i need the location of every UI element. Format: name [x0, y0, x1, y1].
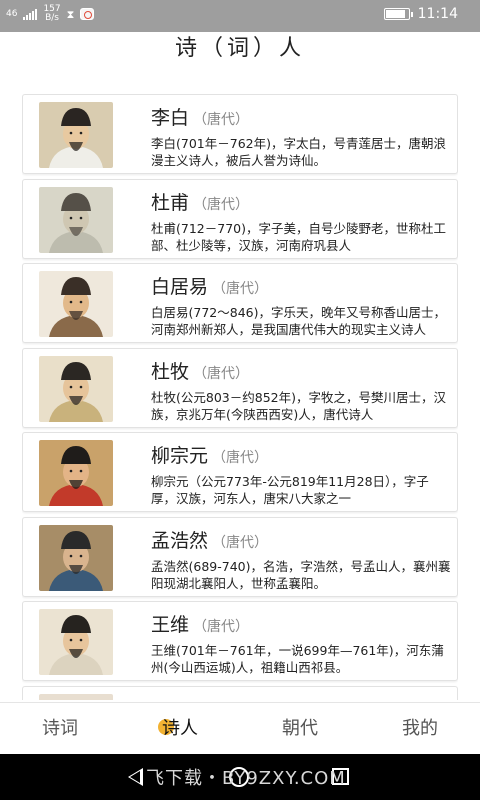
network-speed: 157 B/s	[43, 5, 60, 23]
system-nav-bar: 飞下载・BY9ZXY.COM	[0, 754, 480, 800]
poet-dynasty: （唐代）	[193, 112, 250, 128]
status-bar: 46 157 B/s ⧗ 11:14	[0, 0, 480, 32]
poet-name-line: 孟浩然 （唐代）	[151, 526, 268, 553]
poet-name-line: 柳宗元 （唐代）	[151, 441, 268, 468]
status-left: 46 157 B/s ⧗	[6, 5, 95, 23]
meng-haoran-portrait	[39, 524, 113, 591]
tab-label: 朝代	[282, 718, 318, 739]
back-icon[interactable]	[128, 768, 143, 786]
poet-card[interactable]: 孟浩然 （唐代） 孟浩然(689-740)，名浩，字浩然，号孟山人，襄州襄阳现湖北襄…	[22, 516, 458, 597]
poet-name: 孟浩然	[151, 529, 209, 552]
poet-description: 孟浩然(689-740)，名浩，字浩然，号孟山人，襄州襄阳现湖北襄阳人，世称孟襄…	[151, 558, 451, 591]
du-fu-portrait	[39, 186, 113, 253]
poet-name-line: 白居易 （唐代）	[151, 272, 268, 299]
poet-description: 杜牧(公元803－约852年)，字牧之，号樊川居士，汉族，京兆万年(今陕西西安)…	[151, 389, 446, 422]
poet-dynasty: （唐代）	[193, 365, 250, 382]
poet-card[interactable]: 李商隐（唐代）	[22, 685, 458, 701]
speed-unit: B/s	[45, 13, 59, 23]
poet-dynasty: （唐代）	[212, 534, 269, 551]
poet-name-line: 王维 （唐代）	[151, 610, 249, 637]
poet-dynasty: （唐代）	[212, 450, 269, 466]
tab-mine[interactable]: 我的	[360, 703, 480, 754]
poet-card[interactable]: 柳宗元 （唐代） 柳宗元（公元773年-公元819年11月28日），字子厚，汉族，河…	[22, 432, 458, 512]
header: 诗（词）人	[0, 32, 480, 80]
poet-description: 柳宗元（公元773年-公元819年11月28日），字子厚，汉族，河东人，唐宋八大…	[151, 474, 429, 506]
tab-label: 诗词	[42, 718, 78, 739]
poet-name-line: 杜甫 （唐代）	[151, 188, 249, 215]
signal-icon	[23, 8, 38, 20]
hourglass-icon: ⧗	[66, 7, 75, 21]
poet-name: 柳宗元	[151, 445, 209, 467]
poet-description: 杜甫(712－770)，字子美，自号少陵野老，世称杜工部、杜少陵等，汉族，河南府…	[151, 220, 446, 253]
tab-dynasties[interactable]: 朝代	[240, 703, 360, 754]
app-notification-icon	[80, 8, 95, 20]
poet-card[interactable]: 李白 （唐代） 李白(701年－762年)，字太白，号青莲居士，唐朝浪漫主义诗人，被…	[22, 94, 458, 174]
tab-label: 我的	[402, 718, 438, 739]
bai-juyi-portrait	[39, 271, 113, 337]
poet-name-line: 李白 （唐代）	[151, 103, 249, 130]
poet-name: 王维	[151, 614, 190, 636]
poet-card[interactable]: 杜甫 （唐代） 杜甫(712－770)，字子美，自号少陵野老，世称杜工部、杜少陵等，…	[22, 178, 458, 259]
poet-description: 李白(701年－762年)，字太白，号青莲居士，唐朝浪漫主义诗人，被后人誉为诗仙…	[151, 136, 446, 168]
wang-wei-portrait	[39, 609, 113, 675]
poet-description: 白居易(772～846)，字乐天，晚年又号称香山居士，河南郑州新郑人，是我国唐代…	[151, 305, 446, 337]
poet-dynasty: （唐代）	[193, 196, 250, 213]
poet-list[interactable]: 李白 （唐代） 李白(701年－762年)，字太白，号青莲居士，唐朝浪漫主义诗人，被…	[22, 94, 458, 700]
tab-label: 诗人	[162, 718, 198, 739]
network-indicator: 46	[6, 8, 18, 19]
battery-icon	[383, 8, 413, 20]
clock: 11:14	[417, 6, 458, 22]
poet-name: 李白	[151, 107, 190, 129]
li-shangyin-portrait	[39, 693, 113, 700]
bottom-tab-bar: 诗词 诗人 朝代 我的	[0, 702, 480, 754]
tab-poems[interactable]: 诗词	[0, 703, 120, 754]
li-bai-portrait	[39, 102, 113, 168]
poet-card[interactable]: 杜牧 （唐代） 杜牧(公元803－约852年)，字牧之，号樊川居士，汉族，京兆万年(…	[22, 347, 458, 428]
poet-name: 李商隐	[151, 699, 208, 701]
poet-dynasty: （唐代）	[193, 619, 250, 635]
poet-dynasty: （唐代）	[212, 281, 269, 297]
watermark: 飞下载・BY9ZXY.COM	[146, 768, 346, 789]
poet-card[interactable]: 白居易 （唐代） 白居易(772～846)，字乐天，晚年又号称香山居士，河南郑州新郑…	[22, 263, 458, 343]
du-mu-portrait	[39, 355, 113, 422]
liu-zongyuan-portrait	[39, 440, 113, 506]
poet-name-line: 李商隐（唐代）	[151, 695, 268, 701]
poet-name: 杜甫	[151, 191, 190, 214]
poet-name-line: 杜牧 （唐代）	[151, 357, 249, 384]
status-right: 11:14	[383, 6, 458, 22]
network-type: 46	[6, 8, 18, 19]
poet-card[interactable]: 王维 （唐代） 王维(701年－761年，一说699年—761年)，河东蒲州(今山西…	[22, 601, 458, 681]
poet-name: 白居易	[151, 276, 209, 298]
page-title: 诗（词）人	[174, 36, 305, 61]
tab-poets[interactable]: 诗人	[120, 703, 240, 754]
poet-name: 杜牧	[151, 360, 190, 383]
poet-description: 王维(701年－761年，一说699年—761年)，河东蒲州(今山西运城)人，祖…	[151, 643, 444, 675]
